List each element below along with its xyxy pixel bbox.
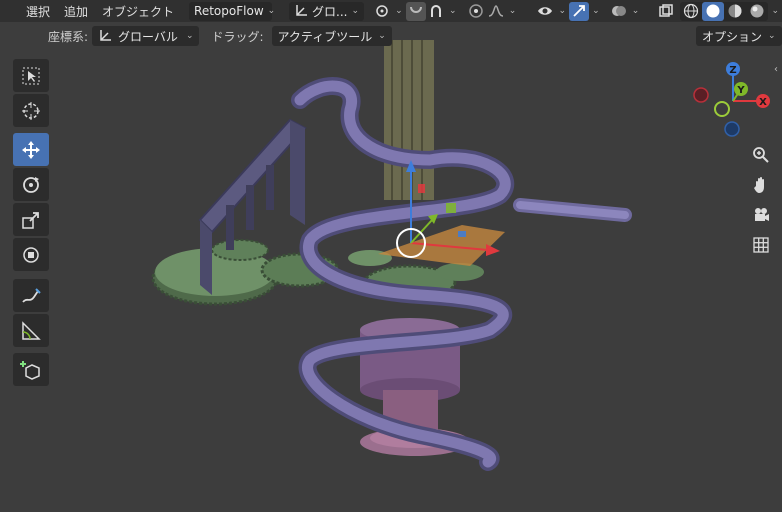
select-box-icon bbox=[22, 67, 40, 84]
scale-tool[interactable] bbox=[13, 203, 49, 236]
neg-z-axis-handle[interactable] bbox=[724, 121, 740, 137]
material-sphere-icon bbox=[728, 4, 742, 18]
snap-icon bbox=[409, 6, 422, 13]
chevron-down-icon: ⌄ bbox=[378, 31, 386, 41]
snap-target-button[interactable] bbox=[426, 2, 446, 21]
axis-gizmo[interactable]: Z X Y bbox=[693, 59, 773, 139]
xray-icon bbox=[659, 4, 674, 17]
chevron-down-icon[interactable]: ⌄ bbox=[589, 6, 603, 16]
rotate-tool[interactable] bbox=[13, 168, 49, 201]
cursor-tool[interactable] bbox=[13, 94, 49, 127]
pivot-point-button[interactable] bbox=[372, 2, 392, 21]
drag-dropdown[interactable]: アクティブツール ⌄ bbox=[271, 26, 392, 46]
coord-system-label: 座標系: bbox=[48, 29, 89, 44]
y-axis-label: Y bbox=[736, 85, 745, 96]
zoom-icon bbox=[752, 146, 769, 163]
shading-material-button[interactable] bbox=[724, 2, 746, 21]
drag-label: ドラッグ: bbox=[211, 29, 264, 44]
zoom-button[interactable] bbox=[748, 142, 773, 167]
magnet-icon bbox=[430, 5, 441, 17]
options-dropdown[interactable]: オプション ⌄ bbox=[696, 26, 782, 46]
proportional-edit-button[interactable] bbox=[466, 2, 486, 21]
chevron-down-icon[interactable]: ⌄ bbox=[555, 6, 569, 16]
xray-button[interactable] bbox=[656, 2, 676, 21]
tool-settings-bar: 座標系: グローバル ⌄ ドラッグ: アクティブツール ⌄ オプション ⌄ bbox=[0, 25, 782, 47]
gizmo-toggle-button[interactable] bbox=[568, 1, 590, 21]
orientation-value: グロ... bbox=[312, 4, 348, 19]
measure-tool[interactable] bbox=[13, 314, 49, 347]
transform-tool[interactable] bbox=[13, 238, 49, 271]
overlays-icon bbox=[611, 6, 626, 16]
chevron-down-icon[interactable]: ⌄ bbox=[629, 6, 643, 16]
addon-dropdown[interactable]: RetopoFlow ⌄ bbox=[189, 1, 275, 21]
hand-icon bbox=[753, 176, 764, 193]
coord-system-value: グローバル bbox=[118, 29, 178, 44]
wireframe-sphere-icon bbox=[684, 3, 699, 19]
z-axis-label: Z bbox=[729, 65, 736, 76]
add-cube-icon bbox=[20, 360, 40, 380]
snap-button[interactable] bbox=[405, 1, 426, 21]
x-axis-label: X bbox=[759, 97, 767, 108]
cursor-icon bbox=[22, 101, 40, 120]
grid-icon bbox=[752, 236, 769, 253]
falloff-curve-icon bbox=[488, 5, 503, 17]
orientation-dropdown[interactable]: グロ... ⌄ bbox=[289, 1, 365, 21]
add-cube-tool[interactable] bbox=[13, 353, 49, 386]
shading-solid-button[interactable] bbox=[702, 1, 725, 21]
3d-viewport[interactable] bbox=[0, 0, 782, 512]
coord-system-dropdown[interactable]: グローバル ⌄ bbox=[92, 26, 200, 46]
menu-add[interactable]: 追加 bbox=[57, 3, 95, 20]
options-label: オプション bbox=[702, 29, 763, 44]
pivot-icon bbox=[376, 5, 388, 17]
addon-dropdown-value: RetopoFlow bbox=[194, 4, 264, 18]
move-tool[interactable] bbox=[13, 133, 49, 166]
falloff-button[interactable] bbox=[486, 2, 506, 21]
scale-icon bbox=[22, 211, 39, 229]
pan-button[interactable] bbox=[748, 172, 773, 197]
camera-icon bbox=[754, 207, 769, 221]
chevron-down-icon: ⌄ bbox=[267, 6, 276, 16]
menu-select[interactable]: 選択 bbox=[0, 3, 57, 20]
annotate-icon bbox=[22, 287, 41, 303]
neg-x-axis-handle[interactable] bbox=[693, 87, 709, 103]
rendered-sphere-icon bbox=[750, 4, 764, 18]
select-box-tool[interactable] bbox=[13, 59, 49, 92]
sidebar-toggle[interactable]: ‹ bbox=[774, 64, 778, 75]
menu-object[interactable]: オブジェクト bbox=[95, 3, 181, 20]
gizmo-icon bbox=[573, 5, 585, 17]
chevron-down-icon[interactable]: ⌄ bbox=[392, 6, 406, 16]
move-icon bbox=[22, 140, 40, 159]
shading-rendered-button[interactable] bbox=[746, 2, 768, 21]
chevron-down-icon[interactable]: ⌄ bbox=[446, 6, 460, 16]
solid-sphere-icon bbox=[706, 4, 720, 18]
transform-icon bbox=[23, 246, 39, 263]
measure-icon bbox=[22, 320, 41, 340]
header-bar: 選択 追加 オブジェクト RetopoFlow ⌄ グロ... ⌄ ⌄ ⌄ ⌄ … bbox=[0, 0, 782, 22]
eye-icon bbox=[538, 7, 553, 15]
chevron-down-icon: ⌄ bbox=[351, 6, 360, 16]
annotate-tool[interactable] bbox=[13, 279, 49, 312]
axes-icon bbox=[296, 5, 308, 16]
axes-icon bbox=[100, 30, 112, 41]
visibility-button[interactable] bbox=[535, 2, 555, 21]
rotate-icon bbox=[23, 176, 39, 193]
chevron-down-icon: ⌄ bbox=[185, 31, 194, 41]
neg-y-axis-handle[interactable] bbox=[714, 101, 730, 117]
drag-value: アクティブツール bbox=[277, 29, 373, 44]
chevron-down-icon[interactable]: ⌄ bbox=[768, 6, 782, 16]
ortho-toggle-button[interactable] bbox=[748, 232, 773, 257]
chevron-down-icon: ⌄ bbox=[768, 31, 776, 41]
pillar bbox=[384, 40, 434, 200]
camera-view-button[interactable] bbox=[748, 202, 773, 227]
scene-render bbox=[151, 40, 632, 471]
overlays-button[interactable] bbox=[609, 2, 629, 21]
shading-wireframe-button[interactable] bbox=[680, 2, 702, 21]
chevron-down-icon[interactable]: ⌄ bbox=[506, 6, 520, 16]
proportional-edit-icon bbox=[468, 4, 483, 18]
